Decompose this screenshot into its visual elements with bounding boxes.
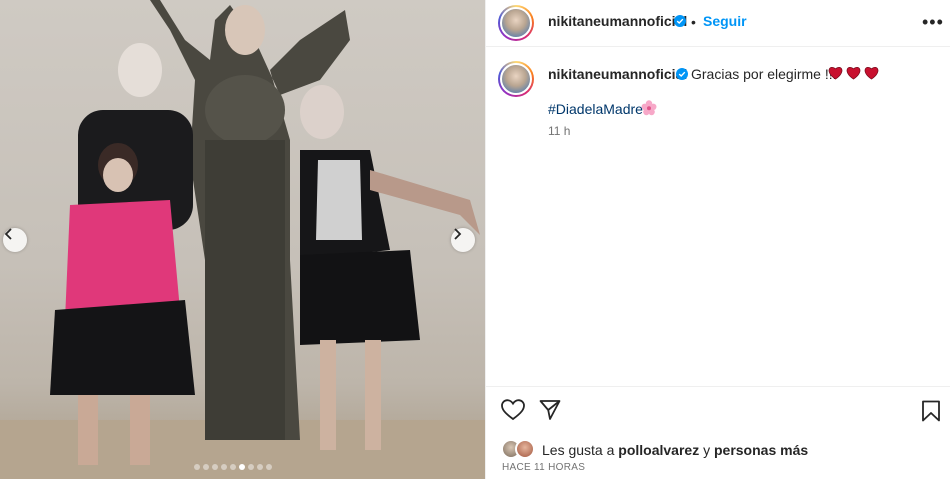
caption-hashtag[interactable]: #DiadelaMadre [548, 101, 643, 117]
caption-author-avatar[interactable] [498, 61, 534, 97]
carousel-dot [257, 464, 263, 470]
likers-avatars[interactable] [501, 439, 535, 459]
caption-text: Gracias por elegirme !!! [691, 66, 837, 82]
red-heart-icon [846, 67, 861, 80]
red-heart-icon [864, 67, 879, 80]
likes-others-link[interactable]: personas más [714, 442, 808, 458]
caption-hearts [828, 66, 879, 80]
carousel-dot [266, 464, 272, 470]
save-bookmark-icon[interactable] [921, 400, 941, 422]
post-photo[interactable] [0, 0, 485, 479]
author-avatar[interactable] [498, 5, 534, 41]
liker-username[interactable]: polloalvarez [618, 442, 699, 458]
like-heart-icon[interactable] [501, 399, 525, 421]
more-options-button[interactable]: ••• [922, 12, 944, 33]
caption-verified-badge-icon [676, 68, 688, 80]
chevron-right-icon [454, 228, 462, 240]
photo-illustration [0, 0, 485, 479]
carousel-dot [212, 464, 218, 470]
chevron-left-icon [4, 228, 12, 240]
follow-button[interactable]: Seguir [703, 13, 747, 29]
carousel-dot [239, 464, 245, 470]
share-paper-plane-icon[interactable] [539, 399, 561, 421]
post-side-panel: nikitaneumannoficial • Seguir ••• nikita… [485, 0, 950, 479]
likes-summary: Les gusta a polloalvarez y personas más [542, 442, 808, 458]
carousel-indicator [194, 464, 272, 470]
caption-username[interactable]: nikitaneumannoficial [548, 66, 687, 82]
actions-divider [486, 386, 950, 387]
carousel-dot [203, 464, 209, 470]
red-heart-icon [828, 67, 843, 80]
carousel-dot [230, 464, 236, 470]
caption-timestamp: 11 h [548, 124, 571, 138]
post-date: HACE 11 HORAS [502, 462, 586, 473]
likes-prefix: Les gusta a [542, 442, 619, 458]
author-username[interactable]: nikitaneumannoficial [548, 13, 687, 29]
cherry-blossom-icon [641, 100, 657, 116]
liker-avatar[interactable] [515, 439, 535, 459]
verified-badge-icon [674, 15, 686, 27]
header-separator: • [691, 14, 696, 30]
carousel-next-button[interactable] [451, 228, 475, 252]
carousel-dot [194, 464, 200, 470]
carousel-dot [221, 464, 227, 470]
carousel-dot [248, 464, 254, 470]
likes-connector: y [699, 442, 714, 458]
post-header: nikitaneumannoficial • Seguir ••• [486, 0, 950, 47]
carousel-prev-button[interactable] [3, 228, 27, 252]
